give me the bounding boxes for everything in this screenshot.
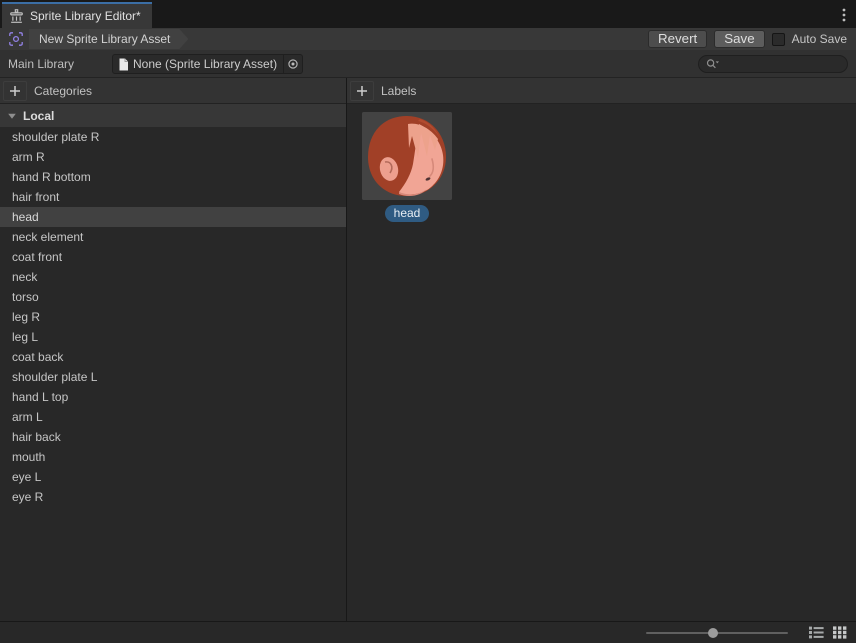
sprite-library-editor-window: Sprite Library Editor* New Sprite Librar… [0,0,856,643]
category-item[interactable]: hair back [0,427,346,447]
tab-title: Sprite Library Editor* [30,9,141,23]
category-item[interactable]: hand L top [0,387,346,407]
categories-title: Categories [34,84,92,98]
category-item[interactable]: hair front [0,187,346,207]
labels-grid: head [347,104,856,621]
category-item-label: hair front [12,190,59,204]
main-library-label: Main Library [8,57,74,71]
category-item-label: neck element [12,230,83,244]
category-item-label: arm L [12,410,43,424]
category-item-label: torso [12,290,39,304]
category-item-label: hair back [12,430,61,444]
category-item[interactable]: eye R [0,487,346,507]
sprite-library-asset-icon [8,31,24,47]
grid-view-icon[interactable] [833,626,847,639]
category-item[interactable]: arm R [0,147,346,167]
labels-header: Labels [347,78,856,104]
foldout-triangle-icon [7,111,17,121]
category-item[interactable]: leg R [0,307,346,327]
breadcrumb[interactable]: New Sprite Library Asset [29,29,188,49]
asset-file-icon [118,58,129,71]
main-library-object-field[interactable]: None (Sprite Library Asset) [112,54,303,74]
category-item-label: arm R [12,150,45,164]
categories-header: Categories [0,78,346,104]
category-item[interactable]: shoulder plate R [0,127,346,147]
zoom-slider-handle[interactable] [708,628,718,638]
category-item-label: neck [12,270,37,284]
object-field-value: None (Sprite Library Asset) [133,57,283,71]
category-item[interactable]: eye L [0,467,346,487]
save-button[interactable]: Save [714,30,764,48]
categories-panel: Categories Local shoulder plate R [0,78,347,621]
category-item-label: eye R [12,490,43,504]
labels-title: Labels [381,84,416,98]
category-item[interactable]: shoulder plate L [0,367,346,387]
category-item-label: eye L [12,470,41,484]
list-view-icon[interactable] [809,626,824,639]
tab-sprite-library-editor[interactable]: Sprite Library Editor* [2,2,152,28]
local-group-foldout[interactable]: Local [0,104,346,127]
category-item-label: coat front [12,250,62,264]
category-item-label: head [12,210,39,224]
auto-save-label: Auto Save [792,32,847,46]
category-item-label: mouth [12,450,45,464]
search-field[interactable] [698,55,848,73]
add-label-button[interactable] [350,81,374,101]
main-library-row: Main Library None (Sprite Library Asset) [0,50,856,78]
kebab-menu-icon[interactable] [842,8,846,25]
search-icon [706,58,720,70]
revert-button[interactable]: Revert [648,30,707,48]
category-list-container: Local shoulder plate R arm R hand [0,104,346,621]
library-building-icon [9,9,24,24]
sprite-thumbnail-head[interactable] [362,112,452,200]
category-item-label: shoulder plate R [12,130,99,144]
category-item[interactable]: head [0,207,346,227]
toolbar: New Sprite Library Asset Revert Save Aut… [0,28,856,50]
object-picker-icon[interactable] [283,55,302,73]
category-item-label: hand L top [12,390,68,404]
label-entry: head [361,112,453,222]
category-item-label: leg R [12,310,40,324]
category-list: shoulder plate R arm R hand R bottom hai… [0,127,346,507]
label-name-pill[interactable]: head [385,205,430,222]
category-item[interactable]: coat front [0,247,346,267]
local-group-label: Local [23,109,54,123]
category-item[interactable]: mouth [0,447,346,467]
category-item[interactable]: coat back [0,347,346,367]
category-item[interactable]: arm L [0,407,346,427]
tab-bar: Sprite Library Editor* [0,0,856,28]
panels: Categories Local shoulder plate R [0,78,856,621]
bottom-bar [0,621,856,643]
category-item[interactable]: neck element [0,227,346,247]
category-item-label: shoulder plate L [12,370,97,384]
labels-panel: Labels [347,78,856,621]
category-item[interactable]: neck [0,267,346,287]
category-item[interactable]: hand R bottom [0,167,346,187]
category-item-label: leg L [12,330,38,344]
zoom-slider[interactable] [646,626,788,640]
toolbar-actions: Revert Save Auto Save [648,30,856,48]
add-category-button[interactable] [3,81,27,101]
category-item[interactable]: torso [0,287,346,307]
category-item[interactable]: leg L [0,327,346,347]
category-item-label: hand R bottom [12,170,91,184]
auto-save-checkbox[interactable] [772,33,785,46]
category-item-label: coat back [12,350,63,364]
